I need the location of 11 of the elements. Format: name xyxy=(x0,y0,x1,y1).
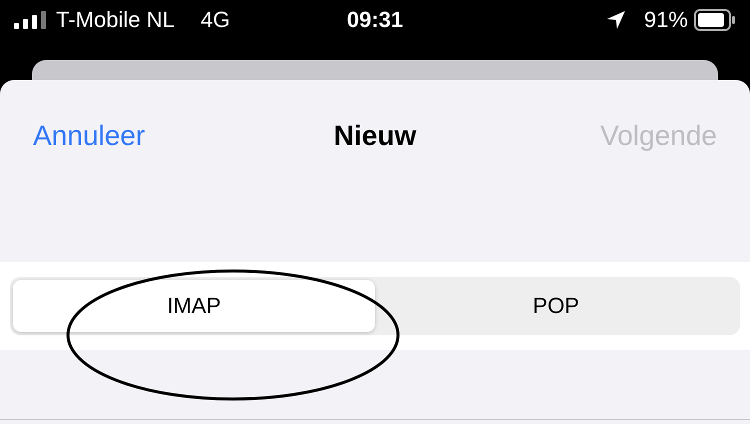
sheet-title: Nieuw xyxy=(334,120,416,152)
battery-icon xyxy=(694,9,736,31)
battery-percent: 91% xyxy=(644,7,688,33)
segment-option[interactable]: POP xyxy=(375,280,737,332)
carrier-name: T-Mobile NL xyxy=(56,7,175,33)
location-arrow-icon xyxy=(606,10,626,30)
cancel-button[interactable]: Annuleer xyxy=(33,120,146,152)
signal-icon xyxy=(14,11,48,29)
clock-time: 09:31 xyxy=(346,7,404,32)
segment-option[interactable]: IMAP xyxy=(13,280,375,332)
network-type: 4G xyxy=(200,7,230,33)
